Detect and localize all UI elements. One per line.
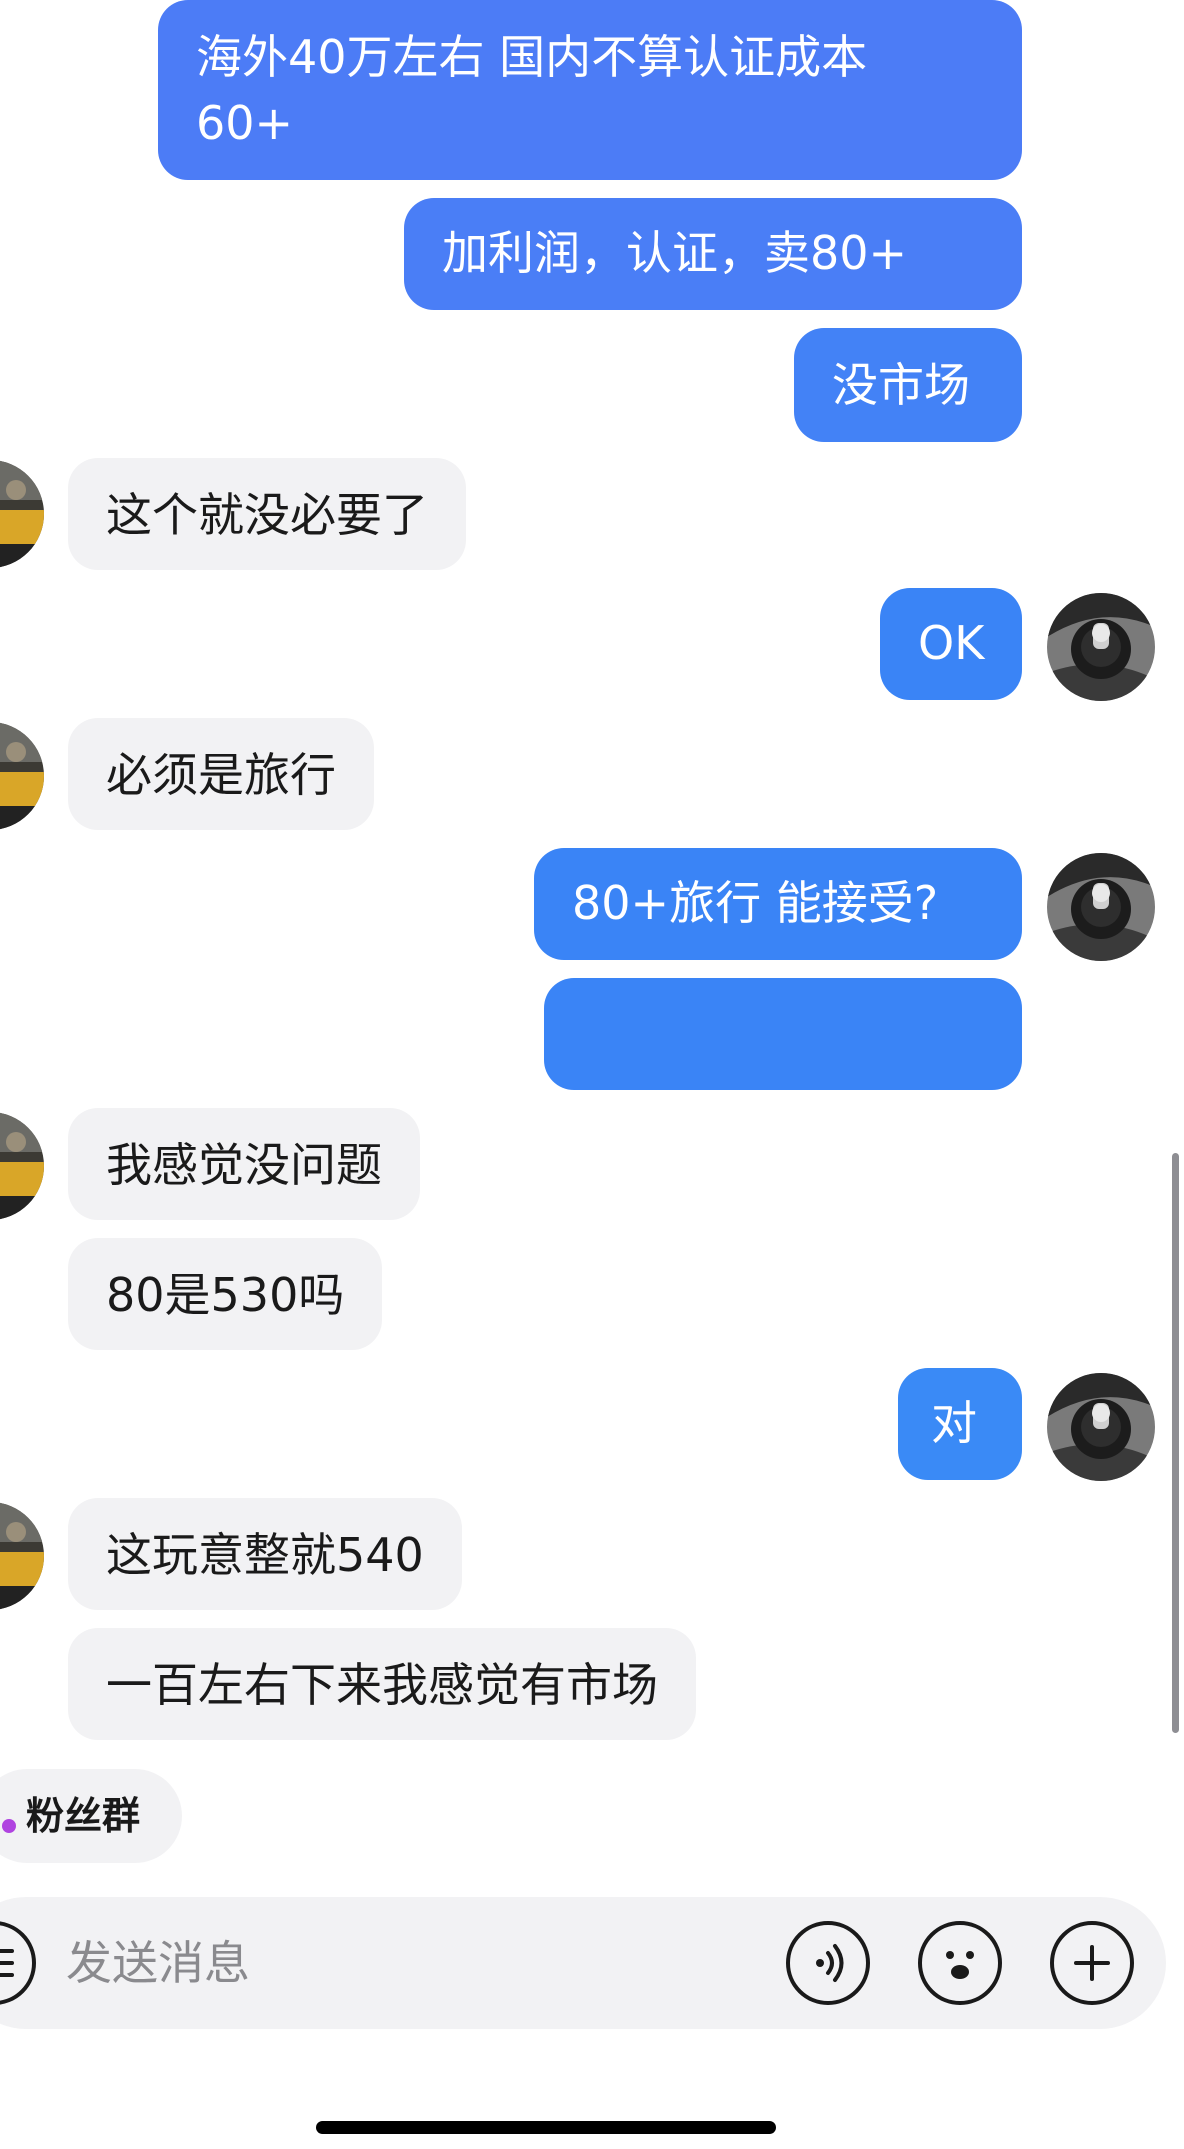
message-input[interactable]: 发送消息 bbox=[66, 1930, 250, 1996]
incoming-message[interactable]: 这个就没必要了 bbox=[68, 458, 466, 570]
message-text: 没市场 bbox=[832, 358, 970, 412]
fan-group-chip[interactable]: 粉丝群 bbox=[0, 1769, 182, 1863]
fan-group-dot-icon bbox=[2, 1819, 16, 1833]
voice-wave-icon[interactable] bbox=[786, 1921, 870, 2005]
message-text: 我感觉没问题 bbox=[106, 1138, 382, 1192]
smiley-icon[interactable] bbox=[918, 1921, 1002, 2005]
message-input-bar: 发送消息 bbox=[0, 1897, 1166, 2029]
message-line: 海外40万左右 国内不算认证成本 bbox=[196, 30, 868, 84]
outgoing-message[interactable]: 对 bbox=[898, 1368, 1022, 1480]
outgoing-message[interactable]: 80+旅行 能接受? bbox=[534, 848, 1022, 960]
outgoing-message[interactable]: 加利润，认证，卖80+ bbox=[404, 198, 1022, 310]
outgoing-message[interactable]: 海外40万左右 国内不算认证成本 60+ bbox=[158, 0, 1022, 180]
home-indicator bbox=[316, 2121, 776, 2134]
message-text: 80+旅行 能接受? bbox=[572, 876, 939, 930]
contact-avatar[interactable] bbox=[0, 1502, 44, 1610]
fan-group-label: 粉丝群 bbox=[26, 1794, 141, 1838]
contact-avatar[interactable] bbox=[0, 460, 44, 568]
self-avatar[interactable] bbox=[1047, 853, 1155, 961]
contact-avatar[interactable] bbox=[0, 722, 44, 830]
message-text: 80是530吗 bbox=[106, 1268, 345, 1322]
incoming-message[interactable]: 80是530吗 bbox=[68, 1238, 383, 1350]
outgoing-message-blank[interactable] bbox=[544, 978, 1022, 1090]
message-line: 60+ bbox=[196, 96, 294, 150]
outgoing-message[interactable]: 没市场 bbox=[794, 328, 1022, 442]
message-text: 加利润，认证，卖80+ bbox=[442, 226, 908, 280]
message-text: 必须是旅行 bbox=[106, 748, 336, 802]
chat-screen: 海外40万左右 国内不算认证成本 60+ 加利润，认证，卖80+ 没市场 这个就… bbox=[0, 0, 1184, 2149]
self-avatar[interactable] bbox=[1047, 593, 1155, 701]
incoming-message[interactable]: 这玩意整就540 bbox=[68, 1498, 462, 1610]
incoming-message[interactable]: 必须是旅行 bbox=[68, 718, 374, 830]
contact-avatar[interactable] bbox=[0, 1112, 44, 1220]
scrollbar[interactable] bbox=[1172, 1153, 1179, 1733]
incoming-message[interactable]: 一百左右下来我感觉有市场 bbox=[68, 1628, 696, 1740]
message-text: 对 bbox=[931, 1396, 977, 1450]
plus-icon[interactable] bbox=[1050, 1921, 1134, 2005]
message-text: 这个就没必要了 bbox=[106, 488, 428, 542]
message-text: 这玩意整就540 bbox=[106, 1528, 424, 1582]
incoming-message[interactable]: 我感觉没问题 bbox=[68, 1108, 420, 1220]
message-text: OK bbox=[918, 616, 985, 670]
self-avatar[interactable] bbox=[1047, 1373, 1155, 1481]
message-text: 一百左右下来我感觉有市场 bbox=[106, 1658, 658, 1712]
menu-lines-icon[interactable] bbox=[0, 1921, 36, 2005]
outgoing-message[interactable]: OK bbox=[880, 588, 1022, 700]
